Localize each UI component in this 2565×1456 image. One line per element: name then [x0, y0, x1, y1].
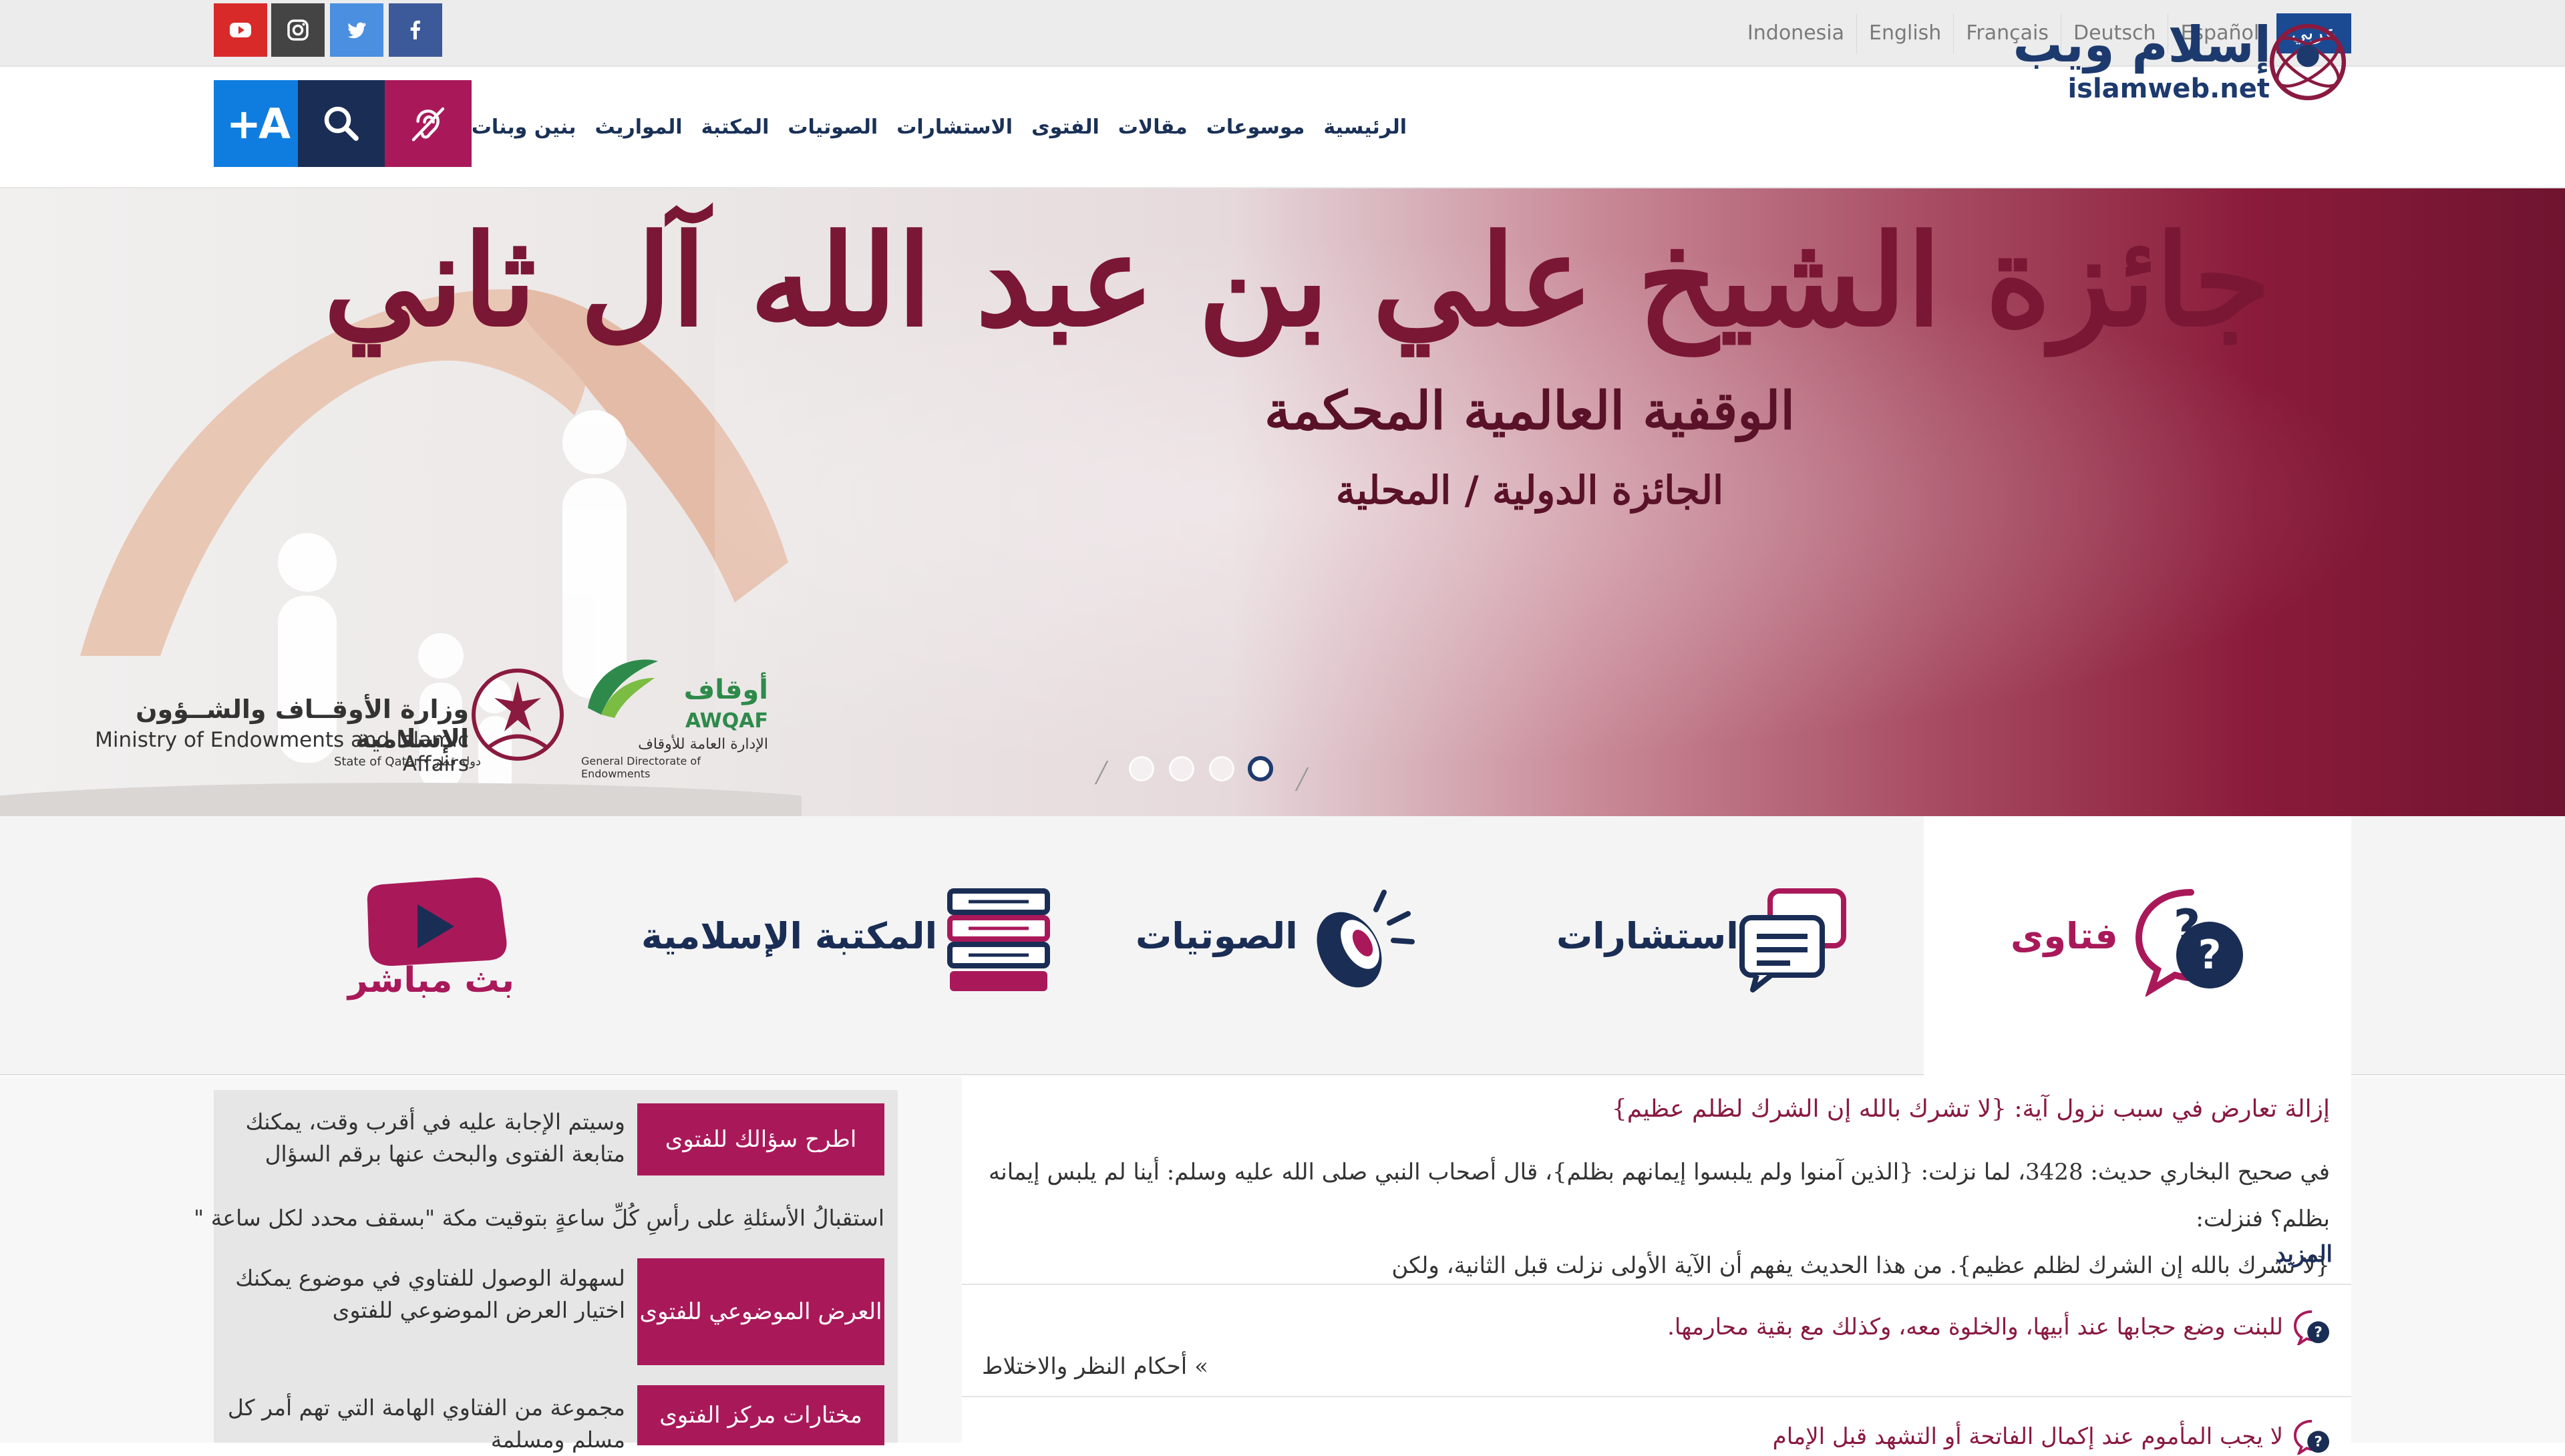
featured-fatwa-body-line-1: في صحيح البخاري حديث: 3428، لما نزلت: {ا… [989, 1159, 2330, 1232]
slider-dot-4[interactable] [1248, 756, 1273, 781]
slider-dot-3[interactable] [1209, 756, 1234, 781]
facebook-link[interactable] [389, 3, 442, 57]
nav-consultations[interactable]: الاستشارات [887, 116, 1022, 139]
fatwa-category-link[interactable]: » أحكام النظر والاختلاط [982, 1353, 1208, 1380]
chevron-double-right-icon: » [1194, 1353, 1208, 1380]
main-navigation: الرئيسية موسوعات مقالات الفتوى الاستشارا… [468, 67, 1416, 187]
lang-english[interactable]: English [1856, 13, 1953, 53]
twitter-icon [347, 22, 366, 39]
consultation-chat-icon [1739, 888, 1846, 992]
divider [962, 1396, 2351, 1397]
ministry-state: State of Qatar • دولة قطر [333, 755, 481, 769]
fatwa-list-item-title: للبنت وضع حجابها عند أبيها، والخلوة معه،… [1667, 1314, 2283, 1340]
featured-fatwa-title[interactable]: إزالة تعارض في سبب نزول آية: {لا تشرك با… [994, 1095, 2330, 1123]
ministry-name-english: Ministry of Endowments and Islamic Affai… [95, 728, 469, 776]
fatwa-question-icon: ? [2293, 1310, 2330, 1345]
slider-dot-1[interactable] [1129, 756, 1154, 781]
section-consultations-label[interactable]: استشارات [1556, 915, 1739, 957]
topical-view-button[interactable]: العرض الموضوعي للفتوى [637, 1258, 884, 1365]
accessibility-button[interactable] [385, 80, 472, 167]
facebook-icon [410, 20, 420, 39]
nav-inheritance[interactable]: المواريث [586, 116, 692, 139]
read-more-link[interactable]: المزيد [2275, 1241, 2333, 1268]
nav-home[interactable]: الرئيسية [1314, 116, 1416, 139]
logo-latin-text: islamweb.net [2067, 73, 2270, 104]
slider-next-arrow[interactable]: ╱ [1296, 768, 1308, 791]
books-icon [947, 888, 1050, 991]
slider-dot-2[interactable] [1169, 756, 1194, 781]
featured-fatwa-body: في صحيح البخاري حديث: 3428، لما نزلت: {ا… [981, 1149, 2330, 1289]
nav-library[interactable]: المكتبة [692, 116, 779, 139]
awqaf-sub-arabic: الإدارة العامة للأوقاف [638, 736, 768, 753]
hero-title: جائزة الشيخ علي بن عبد الله آل ثاني [323, 207, 2271, 355]
globe-logo-icon [2269, 23, 2347, 101]
reception-time-text: استقبالُ الأسئلةِ على رأسِ كُلِّ ساعةٍ ب… [194, 1205, 884, 1231]
hero-subtitle: الوقفية العالمية المحكمة [1264, 381, 1796, 441]
awqaf-arabic: أوقاف [683, 675, 768, 705]
fatwa-list-item[interactable]: ? للبنت وضع حجابها عند أبيها، والخلوة مع… [995, 1309, 2331, 1345]
nav-encyclopedias[interactable]: موسوعات [1197, 116, 1315, 139]
section-fatawa-label[interactable]: فتاوى [2011, 915, 2118, 957]
featured-fatwa-body-line-2: {لا تشرك بالله إن الشرك لظلم عظيم}. من ه… [1391, 1252, 2330, 1279]
qatar-emblem-icon [472, 669, 564, 761]
awqaf-sub-english: General Directorate of Endowments [581, 755, 701, 780]
youtube-link[interactable] [214, 3, 267, 57]
nav-boys-girls[interactable]: بنين وبنات [462, 116, 586, 139]
hero-subtitle-2: الجائزة الدولية / المحلية [1335, 468, 1724, 513]
instagram-icon [287, 19, 309, 41]
fatwa-category-label: أحكام النظر والاختلاط [982, 1353, 1188, 1380]
svg-text:?: ? [2314, 1324, 2322, 1340]
section-audio-label[interactable]: الصوتيات [1136, 915, 1298, 957]
ask-question-text: وسيتم الإجابة عليه في أقرب وقت، يمكنك مت… [245, 1109, 625, 1167]
font-size-label: +A [226, 99, 291, 148]
nav-audio[interactable]: الصوتيات [778, 116, 887, 139]
ask-question-button[interactable]: اطرح سؤالك للفتوى [637, 1103, 884, 1175]
logo-arabic-text: إسلام ويب [2013, 16, 2271, 73]
instagram-link[interactable] [271, 3, 325, 57]
awqaf-leaf-icon [588, 659, 658, 718]
fatwa-list-item[interactable]: ? لا يجب المأموم عند إكمال الفاتحة أو ال… [995, 1419, 2331, 1455]
fatwa-question-icon: ? [2293, 1419, 2330, 1455]
topical-view-text: لسهولة الوصول للفتاوي في موضوع يمكنك اخت… [235, 1265, 625, 1323]
section-library-label[interactable]: المكتبة الإسلامية [641, 915, 937, 957]
nav-articles[interactable]: مقالات [1109, 116, 1197, 139]
nav-fatwa[interactable]: الفتوى [1022, 116, 1109, 139]
svg-text:?: ? [2174, 900, 2201, 954]
selected-fatwas-button[interactable]: مختارات مركز الفتوى [637, 1385, 884, 1445]
search-button[interactable] [298, 80, 385, 167]
lang-indonesia[interactable]: Indonesia [1735, 13, 1856, 53]
divider [962, 1284, 2351, 1285]
audio-speaker-icon [1317, 890, 1415, 988]
search-icon [324, 106, 359, 141]
awqaf-logo: أوقاف AWQAF الإدارة العامة للأوقاف Gener… [581, 648, 768, 780]
section-live-button[interactable]: بث مباشر [347, 875, 514, 1009]
awqaf-latin: AWQAF [685, 709, 768, 733]
font-size-button[interactable]: +A [214, 80, 301, 167]
live-play-icon [367, 877, 507, 966]
site-logo[interactable]: إسلام ويب islamweb.net [1991, 16, 2351, 106]
selected-fatwas-text: مجموعة من الفتاوي الهامة التي تهم أمر كل… [227, 1395, 625, 1453]
svg-text:?: ? [2314, 1433, 2322, 1450]
youtube-icon [230, 23, 251, 37]
fatwa-list-item-title: لا يجب المأموم عند إكمال الفاتحة أو التش… [1772, 1423, 2283, 1450]
slider-prev-arrow[interactable]: ╱ [1095, 761, 1107, 785]
section-live-label: بث مباشر [347, 960, 514, 1000]
twitter-link[interactable] [330, 3, 383, 57]
hearing-icon [411, 107, 445, 142]
fatwa-question-icon: ? ? [2135, 889, 2243, 996]
svg-text:?: ? [2198, 932, 2222, 978]
